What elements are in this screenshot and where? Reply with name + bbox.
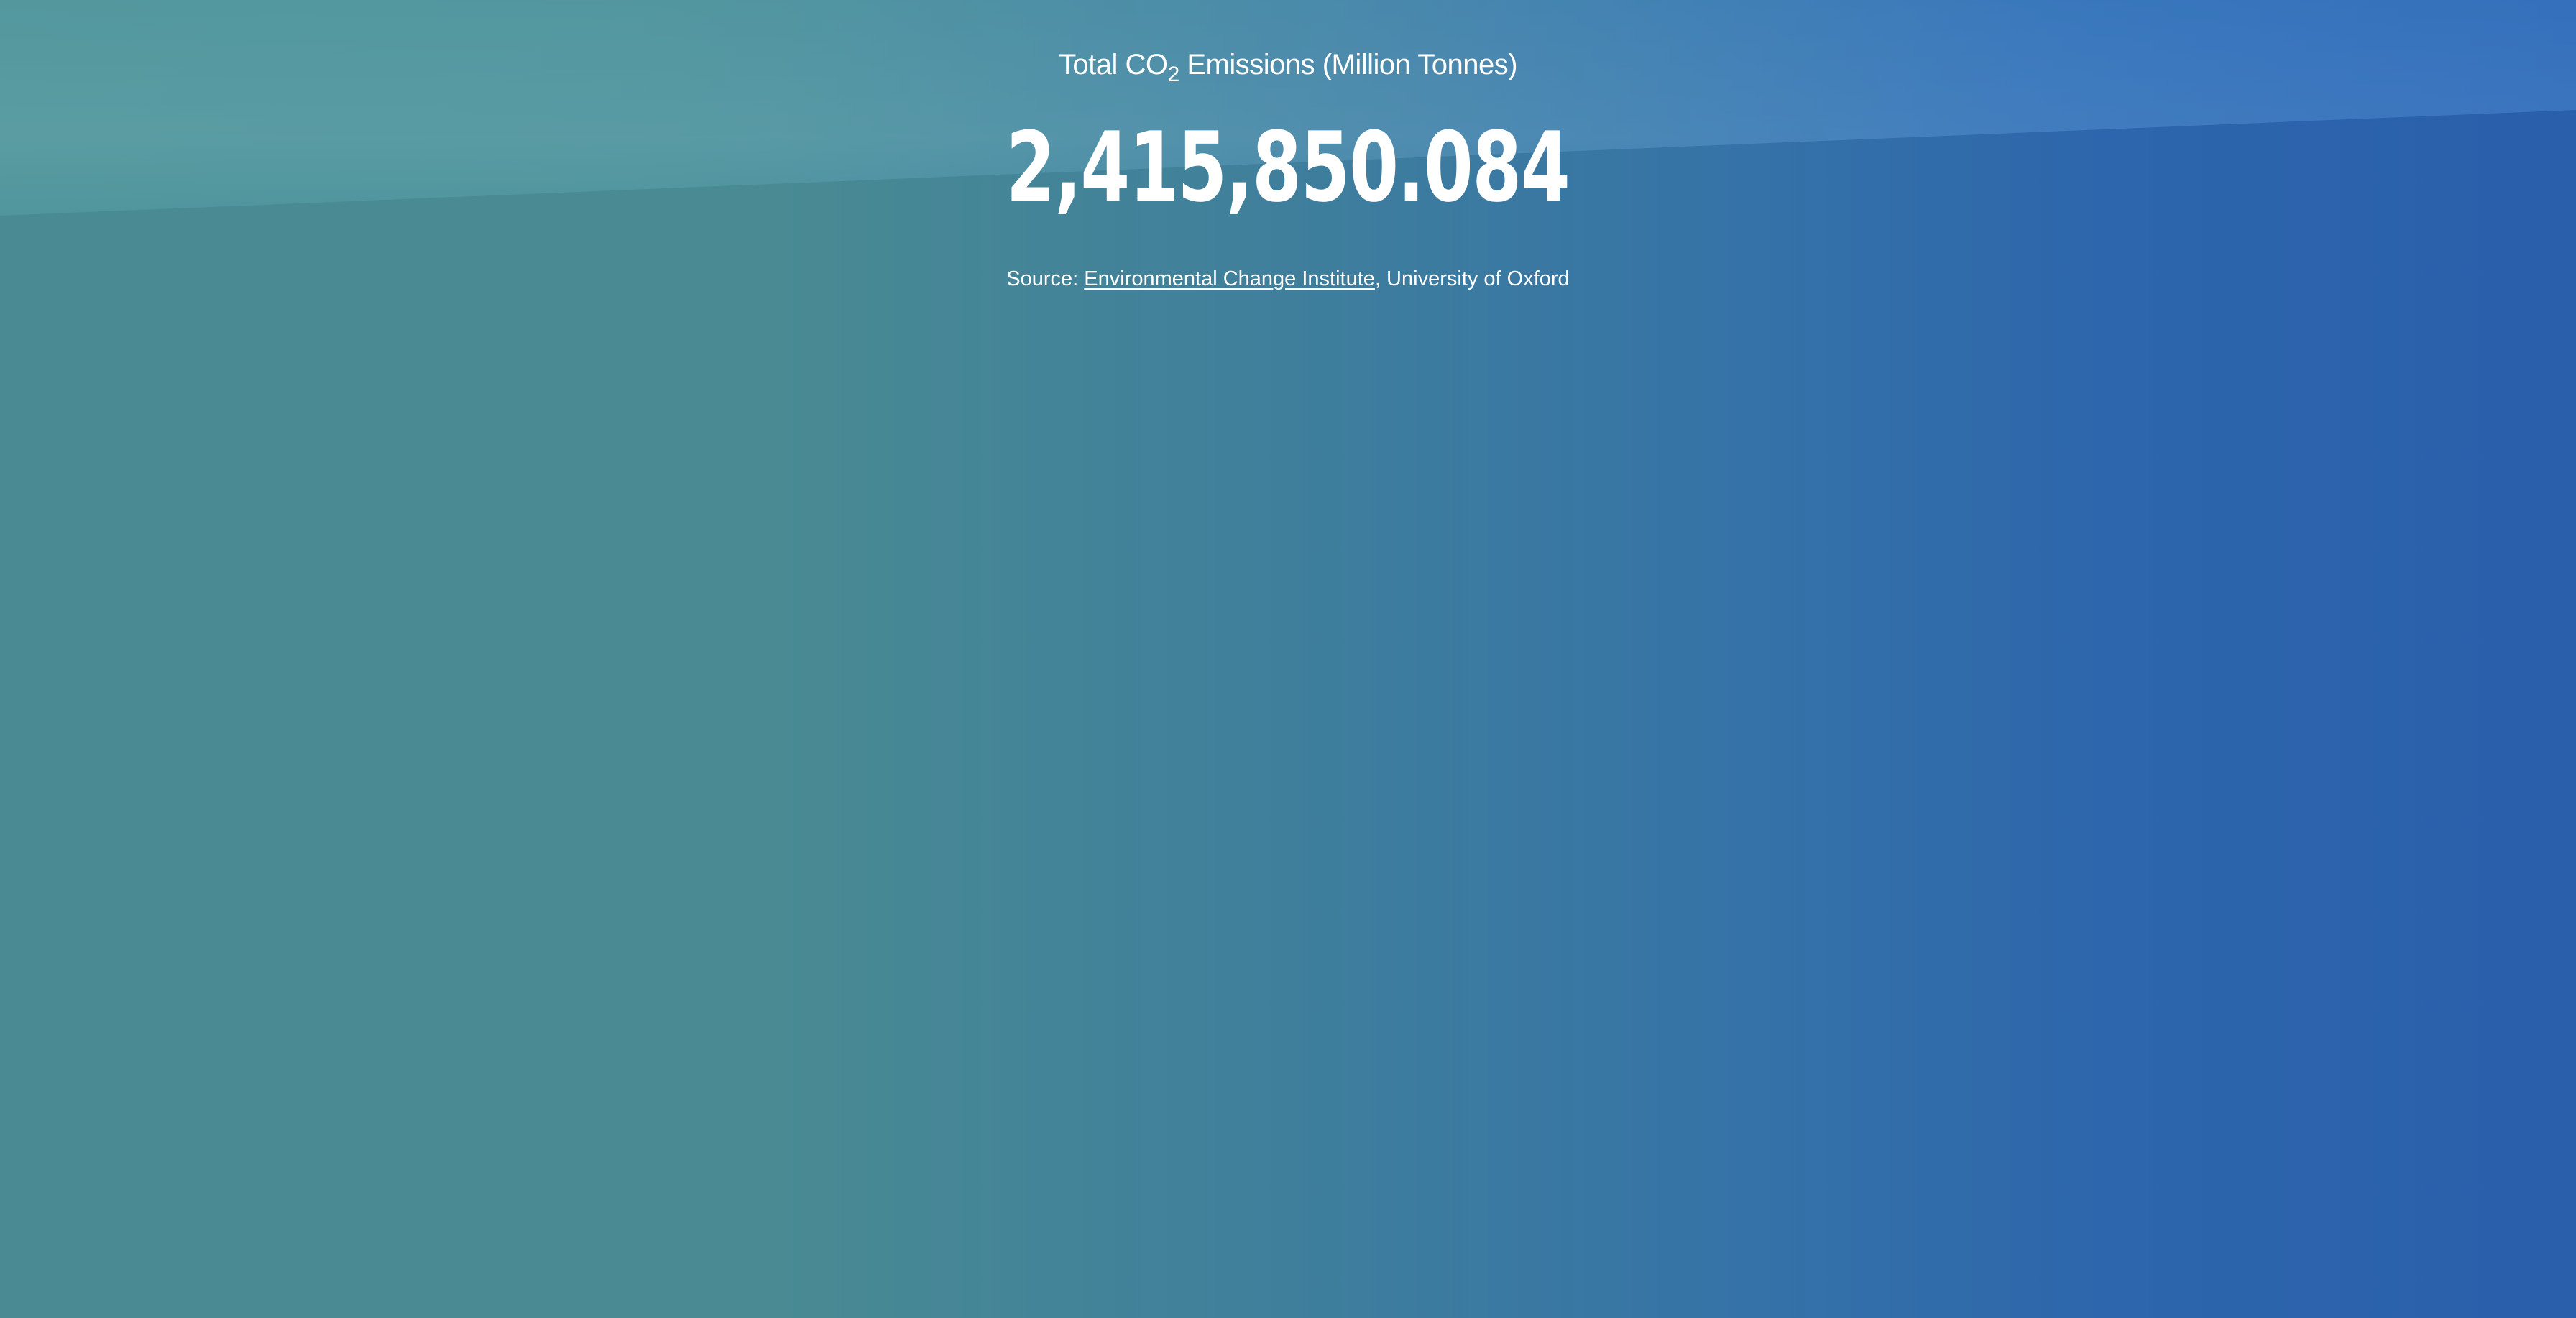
source-suffix: , University of Oxford xyxy=(1374,267,1570,290)
source-line: Source: Environmental Change Institute, … xyxy=(0,264,2576,293)
title-subscript: 2 xyxy=(1167,63,1180,86)
source-link[interactable]: Environmental Change Institute xyxy=(1084,267,1375,290)
title-suffix: Emissions (Million Tonnes) xyxy=(1179,49,1518,80)
emissions-counter-value: 2,415,850.084 xyxy=(1006,111,1570,223)
title-prefix: Total CO xyxy=(1058,49,1168,80)
source-prefix: Source: xyxy=(1006,267,1085,290)
page-title: Total CO2 Emissions (Million Tonnes) xyxy=(0,49,2576,86)
